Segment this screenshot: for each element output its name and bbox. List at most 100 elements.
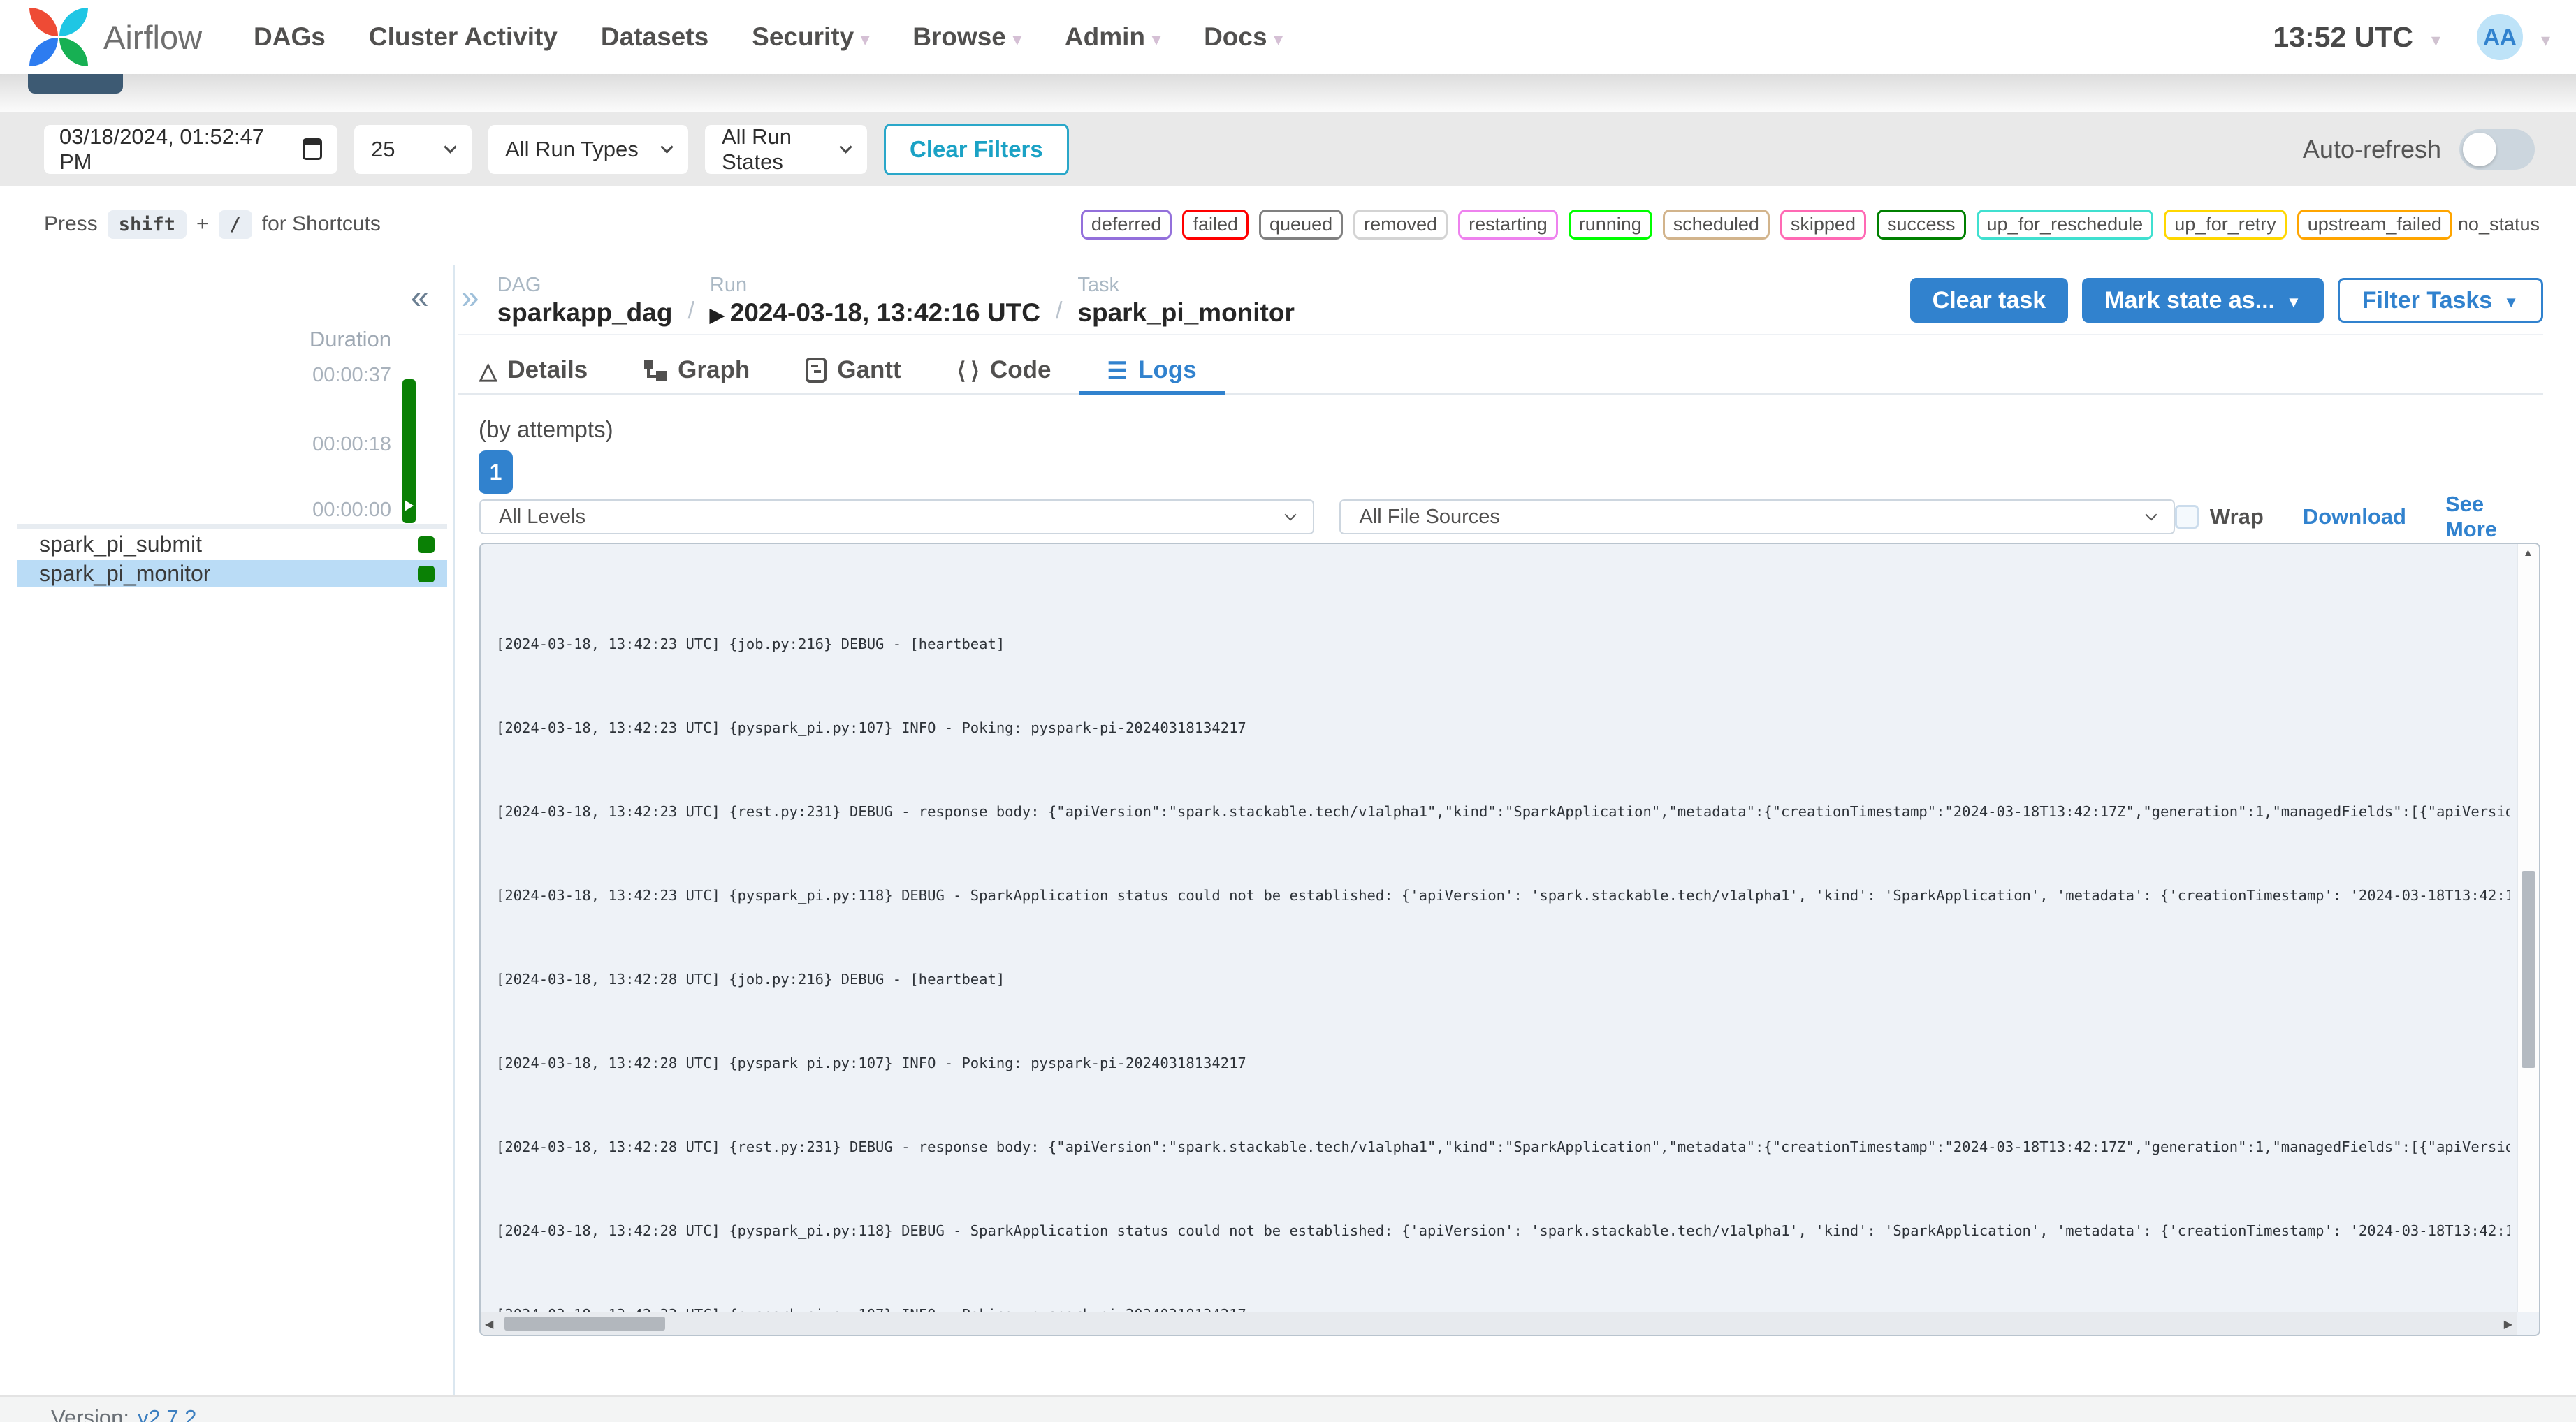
base-date-input[interactable]: 03/18/2024, 01:52:47 PM [44,124,337,174]
avatar[interactable]: AA [2476,14,2523,60]
tab-details[interactable]: △ Details [458,349,616,395]
chevron-down-icon[interactable]: ▾ [2431,29,2440,51]
auto-refresh-group: Auto-refresh [2303,129,2535,170]
filter-tasks-button[interactable]: Filter Tasks ▼ [2337,278,2543,323]
breadcrumb: DAG sparkapp_dag / Run ▶ 2024-03-18, 13:4… [497,274,1295,328]
airflow-app: Airflow DAGs Cluster Activity Datasets S… [0,0,2576,1422]
nav-dags[interactable]: DAGs [254,22,326,52]
log-line: [2024-03-18, 13:42:23 UTC] {pyspark_pi.p… [496,719,1246,736]
detail-tabs: △ Details Graph Gantt ⟨ ⟩ Code ☰ Logs [458,349,2543,395]
state-legend-badge[interactable]: deferred [1080,209,1172,240]
log-controls: All Levels All File Sources Wrap Downloa… [479,492,2541,541]
vertical-scroll-thumb[interactable] [2522,871,2535,1068]
panel-divider[interactable] [453,265,455,1395]
details-icon: △ [479,357,497,383]
auto-refresh-toggle[interactable] [2459,129,2535,170]
duration-axis-title: Duration [309,327,391,351]
nav-security[interactable]: Security ▾ [752,22,869,52]
duration-tick: 00:00:18 [312,433,391,455]
meta-row: Press shift + / for Shortcuts deferred f… [0,208,2576,240]
state-legend-badge[interactable]: up_for_reschedule [1976,209,2154,240]
nav-datasets[interactable]: Datasets [601,22,708,52]
task-row-spark-pi-monitor[interactable]: spark_pi_monitor [17,560,447,587]
state-legend-badge[interactable]: queued [1259,209,1344,240]
page-size-select[interactable]: 25 [354,124,472,174]
file-sources-select[interactable]: All File Sources [1339,499,2175,534]
task-status-square[interactable] [418,536,435,553]
tab-gantt[interactable]: Gantt [778,349,929,395]
utc-clock[interactable]: 13:52 UTC [2273,21,2413,54]
state-legend-badge[interactable]: removed [1353,209,1448,240]
breadcrumb-dag: DAG sparkapp_dag [497,274,673,328]
navbar-right: 13:52 UTC ▾ AA ▾ [2273,14,2550,60]
state-legend-badge[interactable]: failed [1182,209,1249,240]
duration-tick: 00:00:00 [312,499,391,521]
state-legend-badge[interactable]: success [1876,209,1966,240]
logo-petal-green [59,38,88,66]
state-legend-badge[interactable]: skipped [1780,209,1866,240]
nav-admin[interactable]: Admin ▾ [1065,22,1160,52]
gantt-icon [806,358,827,383]
run-states-select[interactable]: All Run States [705,124,867,174]
top-navbar: Airflow DAGs Cluster Activity Datasets S… [0,0,2576,74]
collapse-sidebar-icon[interactable]: « [411,278,429,316]
play-icon: ▶ [709,305,725,325]
tab-logs[interactable]: ☰ Logs [1079,349,1225,395]
clear-filters-button[interactable]: Clear Filters [884,123,1069,175]
wrap-checkbox[interactable] [2174,505,2199,529]
log-levels-select[interactable]: All Levels [479,499,1315,534]
version-link[interactable]: v2.7.2 [138,1405,196,1422]
download-link[interactable]: Download [2303,504,2406,529]
logs-icon: ☰ [1107,357,1128,383]
chevron-down-icon [2145,508,2157,520]
chevron-down-icon: ▼ [2503,293,2519,311]
header-rule [458,334,2543,335]
nav-docs[interactable]: Docs ▾ [1204,22,1283,52]
task-link[interactable]: spark_pi_monitor [1077,298,1294,328]
task-status-square[interactable] [418,566,435,582]
duration-tick: 00:00:37 [312,364,391,386]
tab-code[interactable]: ⟨ ⟩ Code [929,349,1079,395]
task-row-spark-pi-submit[interactable]: spark_pi_submit [17,531,447,558]
footer: Version: v2.7.2 [0,1395,2576,1422]
state-legend-no-status[interactable]: no_status [2458,214,2540,235]
log-line: [2024-03-18, 13:42:28 UTC] {job.py:216} … [496,971,1005,988]
horizontal-scroll-thumb[interactable] [504,1317,665,1331]
logo-petal-blue [29,38,58,66]
wrap-checkbox-group[interactable]: Wrap [2174,504,2264,529]
calendar-icon[interactable] [303,138,322,160]
state-legend-badge[interactable]: up_for_retry [2164,209,2287,240]
attempt-1-button[interactable]: 1 [479,450,513,494]
horizontal-scrollbar[interactable]: ◀ ▶ [481,1312,2517,1335]
log-line: [2024-03-18, 13:42:23 UTC] {rest.py:231}… [496,803,2510,820]
code-icon: ⟨ ⟩ [956,357,980,383]
state-legend-badge[interactable]: running [1568,209,1652,240]
chevron-down-icon[interactable]: ▾ [2541,29,2550,51]
dag-link[interactable]: sparkapp_dag [497,298,673,328]
navbar-shadow [0,74,2576,112]
expand-panel-icon[interactable]: » [461,278,479,316]
state-legend-badge[interactable]: restarting [1458,209,1558,240]
state-legend-badge[interactable]: scheduled [1662,209,1770,240]
state-legend-badge[interactable]: upstream_failed [2297,209,2452,240]
toggle-knob [2463,132,2496,166]
nav-browse[interactable]: Browse ▾ [912,22,1021,52]
log-line: [2024-03-18, 13:42:28 UTC] {pyspark_pi.p… [496,1222,2510,1239]
slash-key-badge: / [218,210,252,239]
nav-cluster-activity[interactable]: Cluster Activity [369,22,558,52]
run-types-select[interactable]: All Run Types [488,124,688,174]
scroll-left-icon[interactable]: ◀ [485,1317,493,1331]
brand-title: Airflow [103,18,203,56]
scroll-up-icon[interactable]: ▲ [2523,547,2533,559]
mark-state-button[interactable]: Mark state as... ▼ [2082,278,2324,323]
breadcrumb-task: Task spark_pi_monitor [1077,274,1295,328]
airflow-logo-icon[interactable] [28,6,89,68]
clear-task-button[interactable]: Clear task [1909,278,2069,323]
scroll-right-icon[interactable]: ▶ [2504,1317,2512,1331]
see-more-link[interactable]: See More [2445,492,2541,542]
run-link[interactable]: ▶ 2024-03-18, 13:42:16 UTC [710,298,1040,328]
tab-graph[interactable]: Graph [616,349,778,395]
chevron-down-icon: ▾ [1012,29,1021,49]
vertical-scrollbar[interactable]: ▲ [2517,544,2539,1312]
by-attempts-label: (by attempts) [479,416,613,442]
